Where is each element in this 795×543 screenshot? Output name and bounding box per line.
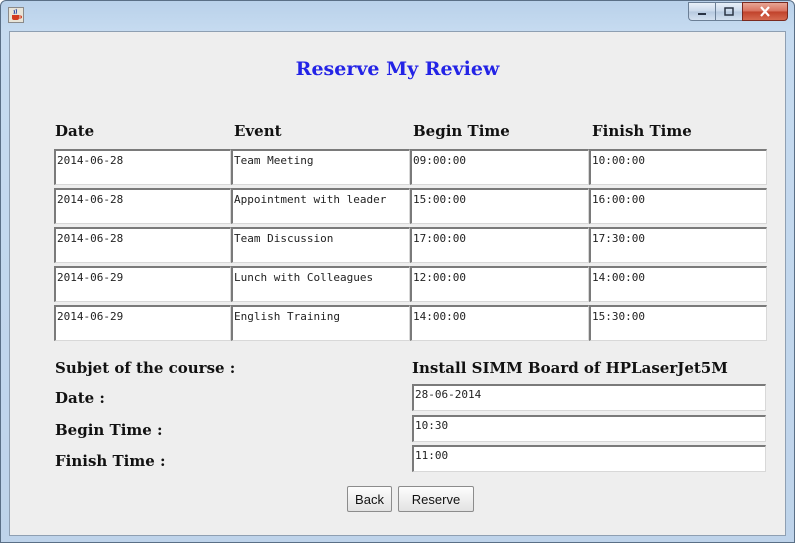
cell-begin-time[interactable]: 14:00:00 [410,305,589,341]
close-icon[interactable] [742,2,788,21]
cell-finish-time[interactable]: 10:00:00 [589,149,767,185]
back-button[interactable]: Back [347,486,392,512]
cell-event[interactable]: Lunch with Colleagues [231,266,410,302]
app-window: Reserve My Review Date Event Begin Time … [0,0,795,543]
reserve-button[interactable]: Reserve [398,486,474,512]
cell-event[interactable]: Appointment with leader [231,188,410,224]
begin-time-label: Begin Time : [55,421,163,439]
minimize-icon[interactable] [688,2,715,21]
column-header-date: Date [55,122,95,140]
page-title: Reserve My Review [295,58,500,80]
cell-date[interactable]: 2014-06-29 [54,305,231,341]
column-header-finish-time: Finish Time [592,122,692,140]
subject-label: Subjet of the course : [55,359,236,377]
date-label: Date : [55,389,105,407]
cell-finish-time[interactable]: 16:00:00 [589,188,767,224]
finish-time-field[interactable]: 11:00 [412,445,766,472]
cell-event[interactable]: Team Meeting [231,149,410,185]
cell-date[interactable]: 2014-06-28 [54,188,231,224]
cell-begin-time[interactable]: 15:00:00 [410,188,589,224]
begin-time-field[interactable]: 10:30 [412,415,766,442]
cell-event[interactable]: Team Discussion [231,227,410,263]
column-header-event: Event [234,122,282,140]
column-header-begin-time: Begin Time [413,122,510,140]
cell-finish-time[interactable]: 15:30:00 [589,305,767,341]
java-cup-icon[interactable] [8,7,24,23]
cell-finish-time[interactable]: 17:30:00 [589,227,767,263]
cell-date[interactable]: 2014-06-29 [54,266,231,302]
cell-begin-time[interactable]: 12:00:00 [410,266,589,302]
cell-date[interactable]: 2014-06-28 [54,227,231,263]
cell-begin-time[interactable]: 09:00:00 [410,149,589,185]
cell-event[interactable]: English Training [231,305,410,341]
date-field[interactable]: 28-06-2014 [412,384,766,411]
title-bar[interactable] [1,1,794,31]
finish-time-label: Finish Time : [55,452,166,470]
maximize-icon[interactable] [715,2,742,21]
cell-date[interactable]: 2014-06-28 [54,149,231,185]
cell-finish-time[interactable]: 14:00:00 [589,266,767,302]
content-panel: Reserve My Review Date Event Begin Time … [9,31,786,536]
cell-begin-time[interactable]: 17:00:00 [410,227,589,263]
subject-value: Install SIMM Board of HPLaserJet5M [412,359,728,377]
